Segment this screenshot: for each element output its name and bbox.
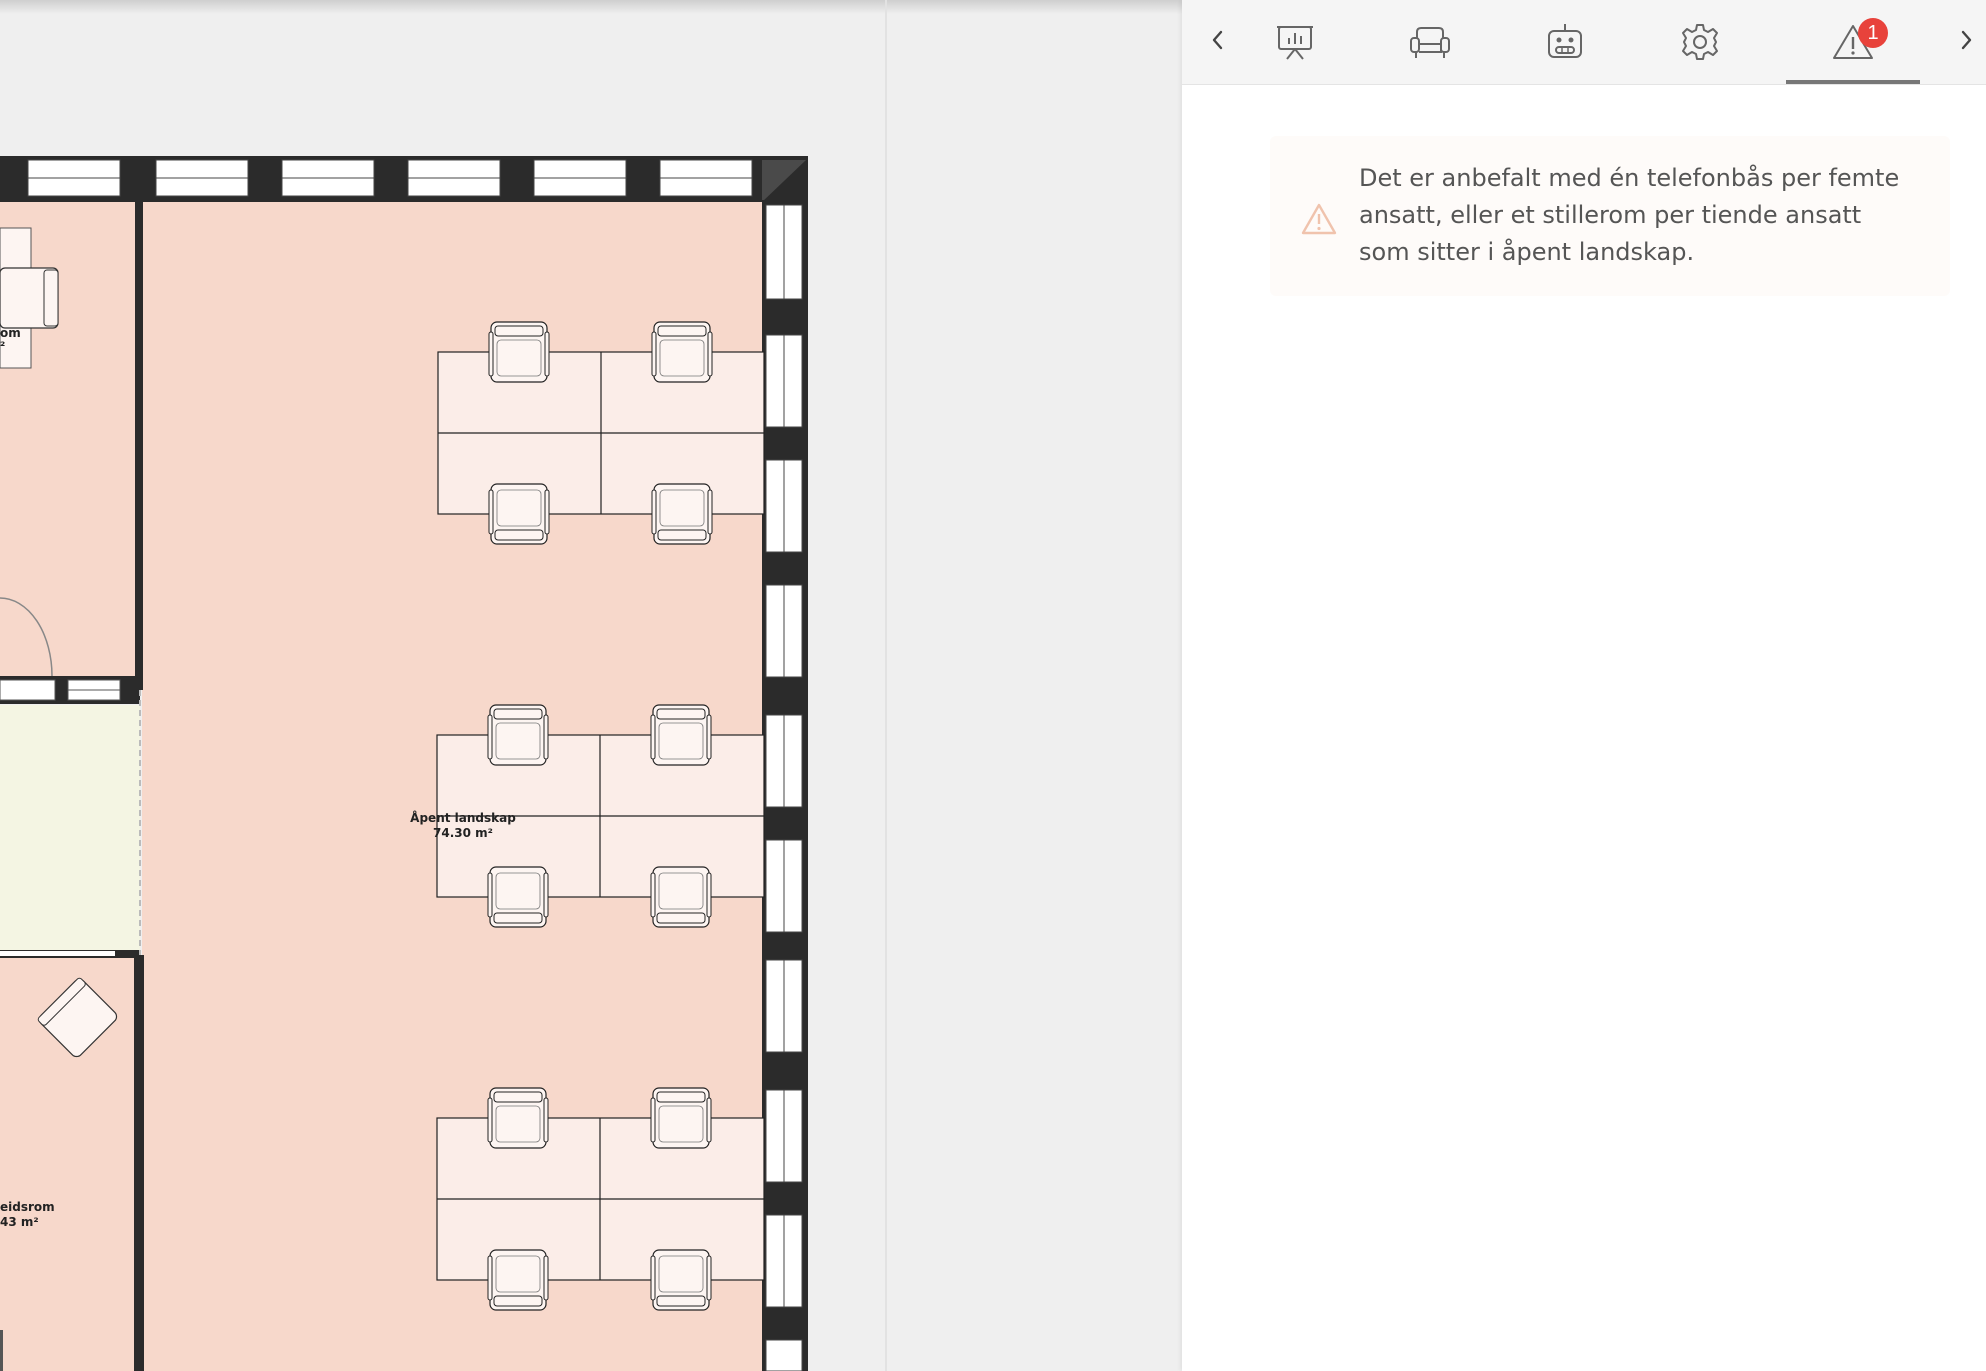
armchair-icon	[1410, 27, 1450, 58]
room-label-open-landscape: Åpent landskap	[410, 810, 516, 825]
side-panel: 1 Det er anbefalt med én telefonbås per …	[1182, 0, 1986, 1371]
tab-settings[interactable]	[1633, 0, 1767, 84]
room-area-open-landscape: 74.30 m²	[433, 826, 493, 840]
tab-furniture[interactable]	[1363, 0, 1497, 84]
warning-message: Det er anbefalt med én telefonbås per fe…	[1359, 164, 1900, 266]
room-area-lower-left: 43 m²	[0, 1215, 39, 1229]
room-label-lower-left: eidsrom	[0, 1200, 55, 1214]
desk-cluster-3[interactable]	[436, 1087, 765, 1311]
floor-plan-canvas[interactable]: Åpent landskap 74.30 m² om ² eidsrom 43 …	[0, 0, 1182, 1371]
panel-tab-bar: 1	[1182, 0, 1986, 85]
room-area-upper-left: ²	[0, 339, 5, 353]
warning-triangle-icon	[1301, 203, 1337, 235]
floor-plan-drawing[interactable]: Åpent landskap 74.30 m² om ² eidsrom 43 …	[0, 0, 1182, 1371]
robot-icon	[1548, 24, 1582, 58]
tab-robot[interactable]	[1498, 0, 1632, 84]
canvas-divider	[885, 0, 887, 1371]
warning-card: Det er anbefalt med én telefonbås per fe…	[1270, 136, 1950, 296]
top-shadow	[0, 0, 1182, 14]
corridor[interactable]	[0, 705, 140, 953]
room-label-upper-left: om	[0, 326, 21, 340]
tab-warnings[interactable]: 1	[1786, 0, 1920, 84]
tab-presentation[interactable]	[1228, 0, 1362, 84]
next-arrow-icon[interactable]	[1952, 22, 1980, 58]
gear-icon	[1682, 24, 1718, 60]
presentation-icon	[1277, 26, 1313, 60]
warning-count-badge: 1	[1858, 18, 1888, 48]
desk-cluster-1[interactable]	[437, 321, 765, 545]
